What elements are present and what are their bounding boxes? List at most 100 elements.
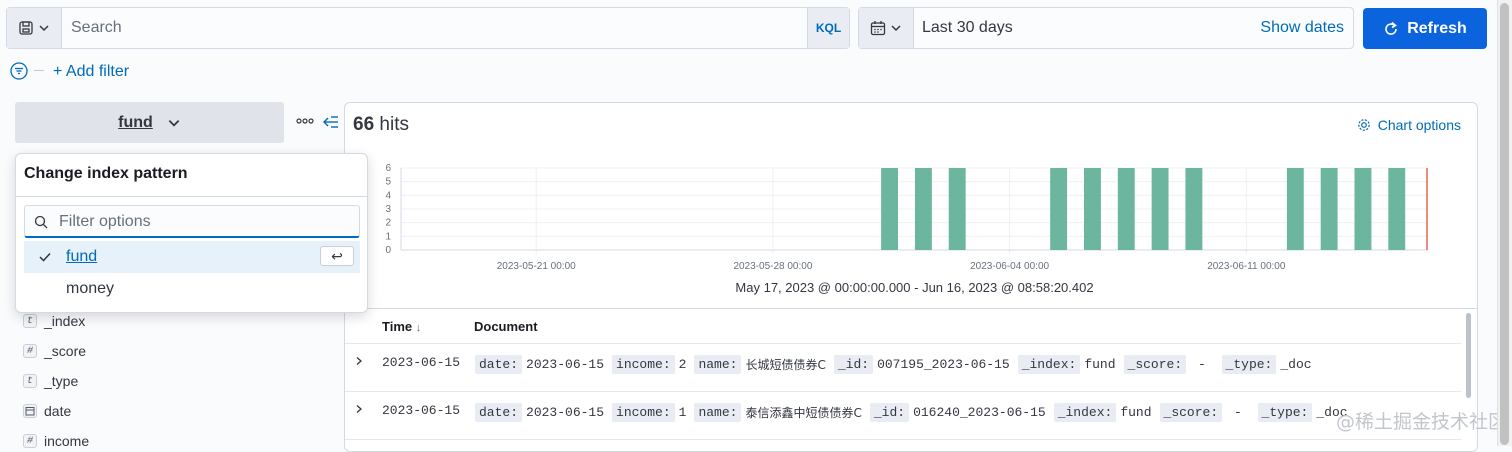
table-scrollbar[interactable]: [1466, 313, 1471, 398]
page-scrollbar[interactable]: [1497, 0, 1512, 446]
histogram-bar: [1084, 168, 1101, 250]
chevron-down-icon: [168, 119, 180, 127]
histogram-bar: [1185, 168, 1203, 250]
x-tick-label: 2023-05-28 00:00: [733, 261, 812, 272]
doc-field-key: _index:: [1017, 355, 1081, 374]
doc-field-key: income:: [612, 355, 675, 374]
show-dates-link[interactable]: Show dates: [1260, 19, 1344, 37]
column-header-time[interactable]: Time ↓: [382, 319, 421, 334]
chart-options-label: Chart options: [1377, 117, 1461, 133]
row-divider: [345, 439, 1461, 440]
table-row: 2023-06-15 date: 2023-06-15 income: 1 name…: [345, 392, 1461, 439]
sort-down-icon[interactable]: ↓: [416, 322, 422, 334]
change-index-pattern-popover: Change index pattern fund ↩ money: [15, 153, 368, 313]
date-range-label[interactable]: Last 30 days: [922, 19, 1013, 37]
calendar-icon: [23, 404, 37, 418]
field-name: date: [44, 403, 72, 419]
quick-select-button[interactable]: [859, 8, 914, 48]
row-time: 2023-06-15: [382, 403, 461, 418]
filter-options-input[interactable]: [57, 210, 347, 234]
histogram-bar: [914, 168, 932, 250]
field-item[interactable]: # _score: [23, 340, 86, 362]
query-bar: KQL: [6, 7, 850, 49]
watermark: @稀土掘金技术社区: [1336, 411, 1508, 433]
field-type-token: #: [23, 344, 37, 358]
expand-row-icon[interactable]: [354, 356, 364, 366]
doc-field-key: _type:: [1221, 355, 1277, 374]
histogram-bar: [1354, 168, 1372, 250]
y-tick-label: 0: [385, 245, 391, 256]
doc-field-value: 长城短债债券C: [745, 358, 826, 372]
refresh-icon: [1385, 21, 1398, 35]
doc-field-value: _doc: [1280, 357, 1312, 372]
more-options-icon[interactable]: [296, 117, 314, 125]
hits-number: 66: [353, 114, 375, 135]
field-item[interactable]: date: [23, 400, 71, 422]
histogram-bar: [948, 168, 966, 250]
field-type-token: t: [23, 314, 37, 328]
x-tick-label: 2023-05-21 00:00: [497, 261, 576, 272]
discover-main-panel: 66 hits Chart options 0 1 2 3 4 5 6 2023-05-21 …: [344, 102, 1478, 452]
option-fund[interactable]: fund ↩: [24, 241, 360, 273]
doc-field-key: _score:: [1159, 403, 1223, 422]
y-tick-label: 1: [385, 231, 391, 242]
refresh-button[interactable]: Refresh: [1363, 8, 1487, 49]
query-language-button[interactable]: KQL: [807, 8, 849, 48]
doc-field-value: -: [1190, 357, 1214, 372]
doc-field-value: 1: [678, 405, 687, 420]
time-range-caption: May 17, 2023 @ 00:00:00.000 - Jun 16, 20…: [735, 280, 1093, 295]
index-pattern-name: fund: [118, 113, 153, 131]
x-tick-label: 2023-06-11 00:00: [1207, 261, 1286, 272]
option-money[interactable]: money: [66, 280, 114, 298]
doc-field-key: name:: [694, 403, 742, 422]
doc-field-key: income:: [612, 403, 675, 422]
saved-query-button[interactable]: [7, 8, 62, 48]
doc-field-key: _index:: [1053, 403, 1117, 422]
doc-field-value: -: [1226, 405, 1250, 420]
doc-field-value: 2023-06-15: [526, 405, 605, 420]
expand-row-icon[interactable]: [354, 404, 364, 414]
histogram-bar: [1050, 168, 1068, 250]
collapse-sidebar-icon[interactable]: [322, 114, 340, 130]
field-name: income: [44, 433, 90, 449]
field-name: _index: [44, 313, 86, 329]
field-item[interactable]: t _index: [23, 310, 85, 332]
doc-field-value: 2023-06-15: [526, 357, 605, 372]
doc-field-key: _id:: [869, 403, 910, 422]
doc-field-key: _type:: [1257, 403, 1313, 422]
filter-options-field[interactable]: [24, 205, 360, 238]
field-type-token: t: [23, 374, 37, 388]
return-key-icon: ↩: [320, 246, 354, 266]
chart-table-divider: [345, 308, 1477, 309]
doc-field-key: _score:: [1123, 355, 1187, 374]
add-filter-button[interactable]: + Add filter: [53, 63, 129, 81]
row-document: date: 2023-06-15 income: 1 name: 泰信添鑫中短债债券C…: [475, 403, 1356, 422]
page-scrollbar-thumb[interactable]: [1500, 3, 1509, 445]
filter-menu-icon[interactable]: [10, 62, 28, 80]
check-icon: [39, 252, 51, 262]
popover-divider: [16, 196, 367, 197]
y-tick-label: 2: [385, 218, 391, 229]
doc-field-key: date:: [475, 355, 523, 374]
y-tick-label: 6: [385, 163, 391, 174]
refresh-label: Refresh: [1407, 19, 1467, 37]
doc-field-key: date:: [475, 403, 523, 422]
index-pattern-selector[interactable]: fund: [15, 102, 284, 143]
field-item[interactable]: t _type: [23, 370, 78, 392]
y-tick-label: 4: [385, 190, 391, 201]
column-header-time-label: Time: [382, 319, 413, 334]
column-header-document: Document: [474, 319, 538, 334]
field-name: _type: [44, 373, 79, 389]
popover-title: Change index pattern: [24, 165, 188, 182]
doc-field-key: name:: [694, 355, 742, 374]
table-row: 2023-06-15 date: 2023-06-15 income: 2 name…: [345, 344, 1461, 391]
x-tick-label: 2023-06-04 00:00: [970, 261, 1049, 272]
doc-field-value: fund: [1084, 357, 1116, 372]
chart-options-button[interactable]: Chart options: [1357, 117, 1461, 133]
doc-field-value: 2: [678, 357, 687, 372]
field-item[interactable]: # income: [23, 430, 89, 452]
histogram-bar: [1286, 168, 1304, 250]
search-input[interactable]: [63, 8, 807, 48]
doc-field-value: 泰信添鑫中短债债券C: [745, 406, 862, 420]
histogram-bar: [881, 168, 899, 250]
